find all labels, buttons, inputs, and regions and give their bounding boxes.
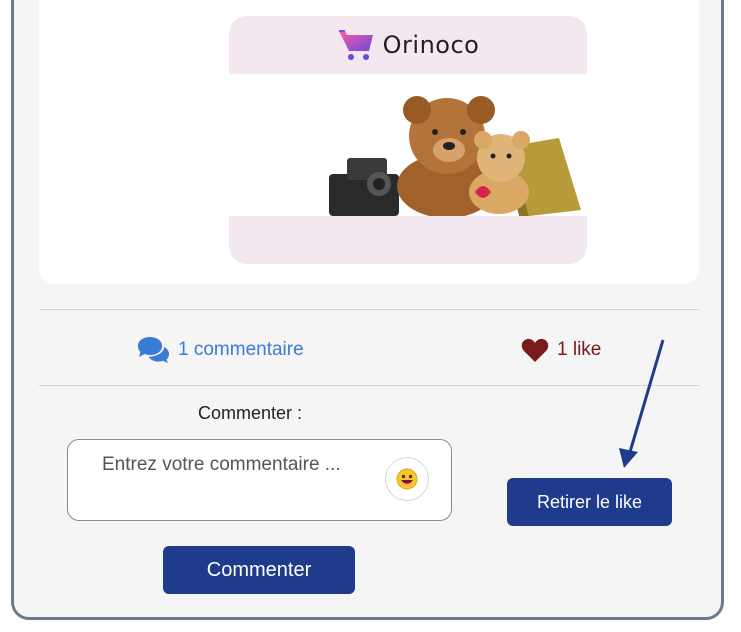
product-photo [229, 74, 587, 218]
comments-count-label: 1 commentaire [178, 339, 304, 360]
comment-label: Commenter : [198, 403, 303, 423]
comment-input[interactable] [102, 450, 372, 510]
shopping-cart-icon [338, 30, 373, 60]
comments-icon [138, 337, 169, 363]
comments-count-link[interactable]: 1 commentaire [136, 332, 304, 368]
emoji-picker-button[interactable] [385, 457, 429, 501]
likes-count-label: 1 like [557, 339, 602, 360]
unlike-button[interactable]: Retirer le like [507, 478, 672, 526]
likes-count[interactable]: 1 like [521, 332, 601, 368]
divider-bottom [39, 385, 699, 386]
post-image-card: Orinoco [39, 0, 699, 284]
orinoco-logo: Orinoco [229, 16, 587, 74]
post-image: Orinoco [229, 16, 587, 264]
comment-box [67, 439, 452, 521]
teddy-bear-illustration [329, 96, 581, 218]
divider-top [39, 309, 699, 310]
logo-text: Orinoco [382, 31, 480, 59]
grinning-face-emoji-icon [396, 468, 418, 490]
submit-comment-button[interactable]: Commenter [163, 546, 355, 594]
heart-icon [521, 338, 549, 362]
